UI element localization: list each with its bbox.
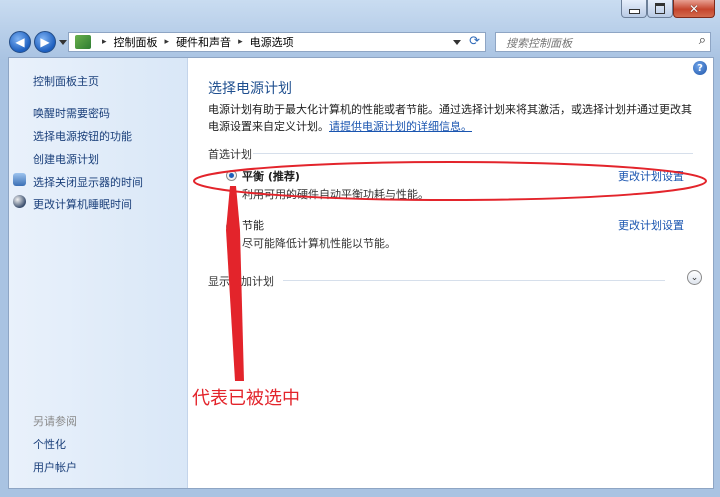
divider <box>283 280 665 281</box>
maximize-icon <box>655 3 665 14</box>
see-also-heading: 另请参阅 <box>33 415 77 428</box>
preferred-plans-label: 首选计划 <box>208 148 252 161</box>
help-icon[interactable]: ? <box>693 61 707 75</box>
search-box[interactable]: ⌕ <box>495 32 711 52</box>
address-history-dropdown[interactable] <box>453 40 461 45</box>
control-panel-icon <box>75 35 91 49</box>
minimize-icon <box>628 9 640 14</box>
navigation-bar: ◀ ▶ ▸ 控制面板 ▸ 硬件和声音 ▸ 电源选项 ⟳ ⌕ <box>0 28 720 56</box>
close-icon: ✕ <box>688 1 700 16</box>
change-plan-settings-balanced[interactable]: 更改计划设置 <box>618 168 684 184</box>
moon-icon <box>13 195 26 208</box>
plan-desc-balanced: 利用可用的硬件自动平衡功耗与性能。 <box>242 188 429 201</box>
sidebar-item-create-plan[interactable]: 创建电源计划 <box>33 151 99 167</box>
minimize-button[interactable] <box>621 0 647 18</box>
change-plan-settings-power-saver[interactable]: 更改计划设置 <box>618 217 684 233</box>
back-button[interactable]: ◀ <box>9 31 31 53</box>
search-input[interactable] <box>504 34 688 52</box>
annotation-label: 代表已被选中 <box>192 388 300 409</box>
breadcrumb-hardware-sound[interactable]: 硬件和声音 <box>176 34 231 50</box>
control-panel-window: ✕ ◀ ▶ ▸ 控制面板 ▸ 硬件和声音 ▸ 电源选项 ⟳ ⌕ 控制面板主页 唤… <box>0 0 720 497</box>
breadcrumb-separator-icon[interactable]: ▸ <box>102 37 107 47</box>
sidebar-item-wake-password[interactable]: 唤醒时需要密码 <box>33 105 110 121</box>
page-title: 选择电源计划 <box>208 81 292 97</box>
content-area: 控制面板主页 唤醒时需要密码 选择电源按钮的功能 创建电源计划 选择关闭显示器的… <box>8 57 714 489</box>
sidebar: 控制面板主页 唤醒时需要密码 选择电源按钮的功能 创建电源计划 选择关闭显示器的… <box>9 58 188 488</box>
page-description: 电源计划有助于最大化计算机的性能或者节能。通过选择计划来将其激活，或选择计划并通… <box>208 101 698 135</box>
refresh-icon[interactable]: ⟳ <box>469 34 480 49</box>
sidebar-item-user-accounts[interactable]: 用户帐户 <box>33 459 77 475</box>
radio-balanced[interactable] <box>226 170 237 181</box>
breadcrumb-power-options[interactable]: 电源选项 <box>250 34 294 50</box>
address-bar[interactable]: ▸ 控制面板 ▸ 硬件和声音 ▸ 电源选项 ⟳ <box>68 32 486 52</box>
back-arrow-icon: ◀ <box>15 35 25 49</box>
breadcrumb-control-panel[interactable]: 控制面板 <box>114 34 158 50</box>
chevron-down-icon[interactable]: ⌄ <box>687 270 702 285</box>
maximize-button[interactable] <box>647 0 673 18</box>
plan-name-balanced[interactable]: 平衡 (推荐) <box>242 168 300 184</box>
show-more-plans-label[interactable]: 显示附加计划 <box>208 273 274 289</box>
close-button[interactable]: ✕ <box>673 0 715 18</box>
sidebar-home-link[interactable]: 控制面板主页 <box>33 73 99 89</box>
monitor-icon <box>13 173 26 186</box>
forward-arrow-icon: ▶ <box>40 35 50 49</box>
sidebar-item-power-buttons[interactable]: 选择电源按钮的功能 <box>33 128 132 144</box>
sidebar-item-personalization[interactable]: 个性化 <box>33 436 66 452</box>
breadcrumb-separator-icon[interactable]: ▸ <box>238 37 243 47</box>
recent-pages-dropdown[interactable] <box>59 40 67 45</box>
sidebar-item-display-off[interactable]: 选择关闭显示器的时间 <box>33 174 143 190</box>
forward-button[interactable]: ▶ <box>34 31 56 53</box>
main-panel: ? 选择电源计划 电源计划有助于最大化计算机的性能或者节能。通过选择计划来将其激… <box>187 58 713 488</box>
plan-details-link[interactable]: 请提供电源计划的详细信息。 <box>329 120 472 133</box>
divider <box>253 153 693 154</box>
breadcrumb-separator-icon[interactable]: ▸ <box>165 37 170 47</box>
title-bar: ✕ <box>0 0 720 24</box>
radio-power-saver[interactable] <box>226 221 237 232</box>
search-icon[interactable]: ⌕ <box>699 33 706 48</box>
plan-desc-power-saver: 尽可能降低计算机性能以节能。 <box>242 237 396 250</box>
sidebar-item-sleep-time[interactable]: 更改计算机睡眠时间 <box>33 196 132 212</box>
plan-name-power-saver[interactable]: 节能 <box>242 217 264 233</box>
